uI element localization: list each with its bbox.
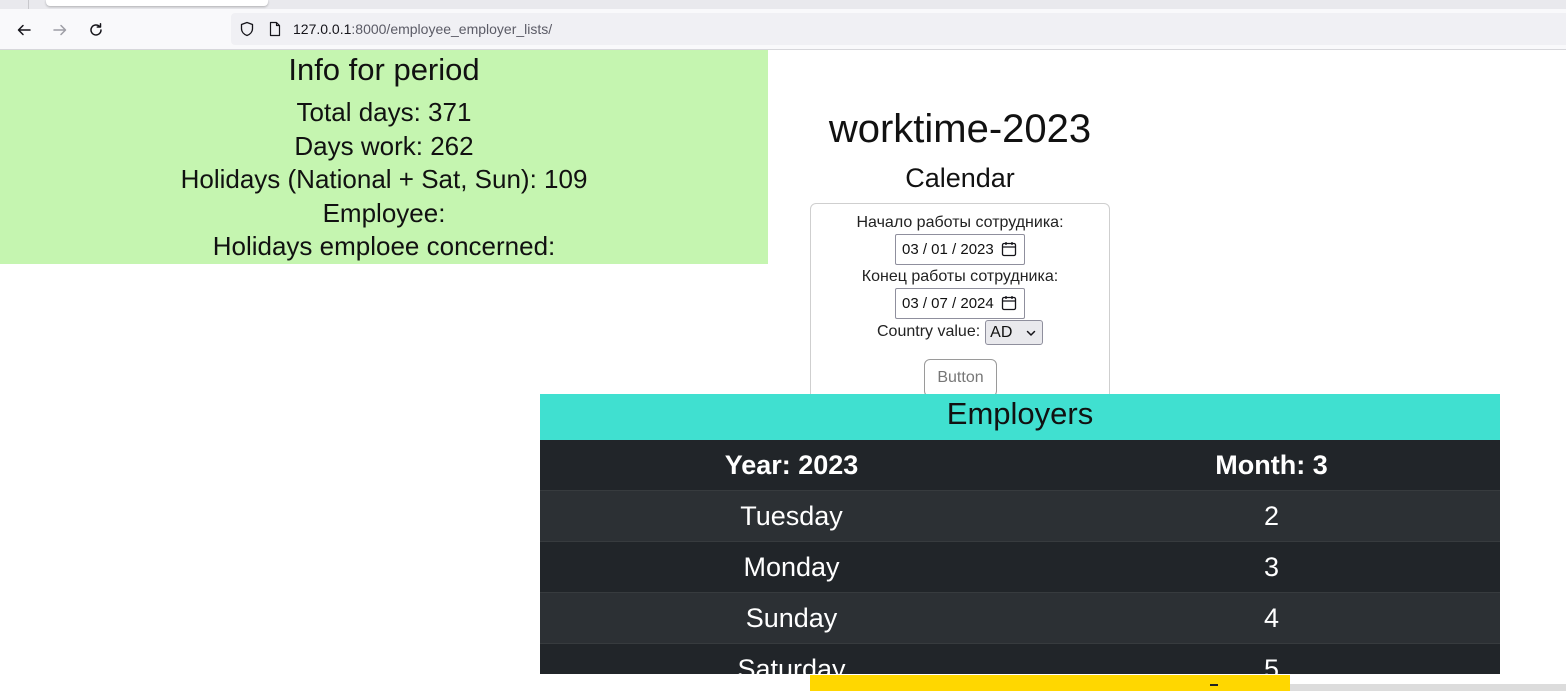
table-header-row: Year: 2023 Month: 3 <box>540 440 1500 491</box>
employers-table: Year: 2023 Month: 3 Tuesday 2 Monday 3 S… <box>540 440 1500 674</box>
country-value: AD <box>990 323 1013 341</box>
table-row: Saturday 5 <box>540 644 1500 674</box>
number-cell: 5 <box>1263 654 1280 674</box>
back-icon[interactable] <box>12 18 36 42</box>
country-row: Country value: AD <box>877 319 1044 345</box>
column-header-month: Month: 3 <box>1215 450 1328 480</box>
employers-header: Employers <box>540 394 1500 440</box>
browser-navbar: 127.0.0.1:8000/employee_employer_lists/ <box>0 9 1566 50</box>
total-days: Total days: 371 <box>296 97 472 127</box>
chevron-down-icon <box>1026 330 1036 336</box>
table-row: Sunday 4 <box>540 593 1500 644</box>
url-text[interactable]: 127.0.0.1:8000/employee_employer_lists/ <box>293 21 552 37</box>
holidays-concerned: Holidays emploee concerned: <box>212 231 556 262</box>
day-cell: Saturday <box>737 654 846 674</box>
forward-icon[interactable] <box>48 18 72 42</box>
country-select[interactable]: AD <box>985 319 1044 345</box>
reload-icon[interactable] <box>84 18 108 42</box>
end-date-input[interactable]: 03 / 07 / 2024 <box>895 288 1025 319</box>
url-host: 127.0.0.1 <box>293 21 352 37</box>
tab-separator <box>28 0 29 9</box>
page-title: worktime-2023 <box>828 107 1092 151</box>
submit-button[interactable]: Button <box>924 359 997 397</box>
number-cell: 3 <box>1263 552 1280 582</box>
gray-strip <box>1290 684 1566 691</box>
shield-icon[interactable] <box>239 21 255 37</box>
url-path: :8000/employee_employer_lists/ <box>351 21 553 37</box>
number-cell: 4 <box>1263 603 1280 633</box>
days-work: Days work: 262 <box>294 130 474 161</box>
active-tab[interactable] <box>46 0 268 6</box>
info-panel: Info for period Total days: 371 Days wor… <box>0 50 768 264</box>
page-icon <box>269 21 281 37</box>
column-header-year: Year: 2023 <box>724 450 859 480</box>
start-date-value: 03 / 01 / 2023 <box>902 241 994 258</box>
yellow-banner <box>810 675 1290 691</box>
country-label: Country value: <box>877 323 981 340</box>
calendar-icon[interactable] <box>1001 241 1017 257</box>
day-cell: Tuesday <box>740 501 843 531</box>
start-date-input[interactable]: 03 / 01 / 2023 <box>895 234 1025 265</box>
end-date-label: Конец работы сотрудника: <box>861 268 1059 285</box>
partial-glyph <box>1210 684 1218 691</box>
day-cell: Monday <box>743 552 840 582</box>
end-date-value: 03 / 07 / 2024 <box>902 295 994 312</box>
calendar-icon[interactable] <box>1001 295 1017 311</box>
day-cell: Sunday <box>745 603 838 633</box>
number-cell: 2 <box>1263 501 1280 531</box>
calendar-title: Calendar <box>905 163 1015 193</box>
tab-strip <box>0 0 1566 9</box>
table-row: Tuesday 2 <box>540 491 1500 542</box>
info-title: Info for period <box>288 52 480 87</box>
start-date-label: Начало работы сотрудника: <box>856 214 1064 231</box>
address-bar[interactable]: 127.0.0.1:8000/employee_employer_lists/ <box>231 13 1566 45</box>
table-row: Monday 3 <box>540 542 1500 593</box>
calendar-form: Начало работы сотрудника: 03 / 01 / 2023… <box>810 203 1110 403</box>
holidays-count: Holidays (National + Sat, Sun): 109 <box>180 164 588 195</box>
employee-label: Employee: <box>322 197 446 228</box>
